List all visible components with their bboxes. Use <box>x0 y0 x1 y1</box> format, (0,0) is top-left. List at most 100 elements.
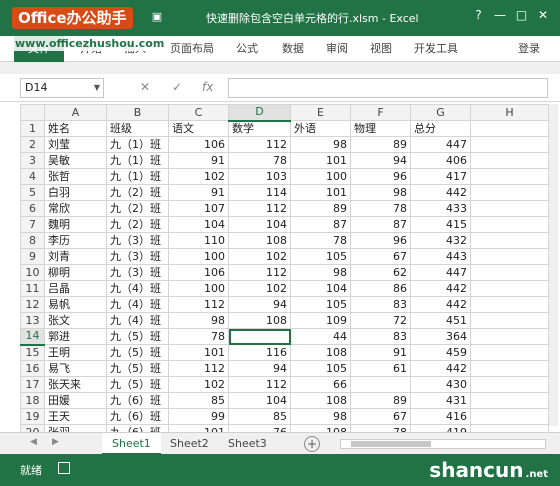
cell[interactable]: 105 <box>290 360 351 377</box>
row-header[interactable]: 2 <box>20 136 45 153</box>
cell[interactable]: 99 <box>168 408 229 425</box>
row-header[interactable]: 16 <box>20 360 45 377</box>
cell[interactable]: 九（5）班 <box>106 376 169 393</box>
tab-page-layout[interactable]: 页面布局 <box>170 36 214 62</box>
cell[interactable]: 九（4）班 <box>106 312 169 329</box>
cell[interactable]: 九（1）班 <box>106 168 169 185</box>
cell[interactable] <box>470 168 549 185</box>
cell[interactable]: 98 <box>290 136 351 153</box>
cell[interactable] <box>470 376 549 393</box>
column-header-f[interactable]: F <box>350 104 411 121</box>
cell[interactable]: 96 <box>350 168 411 185</box>
cell[interactable] <box>470 408 549 425</box>
cell[interactable]: 87 <box>350 216 411 233</box>
cell[interactable] <box>470 296 549 313</box>
row-header[interactable]: 9 <box>20 248 45 265</box>
cell[interactable]: 109 <box>290 312 351 329</box>
function-icon[interactable]: fx <box>202 80 213 94</box>
cell[interactable]: 447 <box>410 264 471 281</box>
cell[interactable]: 416 <box>410 408 471 425</box>
cell[interactable]: 106 <box>168 264 229 281</box>
cell[interactable]: 66 <box>290 376 351 393</box>
sheet-tab-2[interactable]: Sheet2 <box>160 433 219 455</box>
column-header-g[interactable]: G <box>410 104 471 121</box>
cell[interactable]: 89 <box>350 392 411 409</box>
close-button[interactable]: ✕ <box>534 8 552 22</box>
row-header[interactable]: 4 <box>20 168 45 185</box>
cell[interactable]: 105 <box>290 248 351 265</box>
cell[interactable]: 78 <box>168 328 229 345</box>
cell[interactable]: 易飞 <box>44 360 107 377</box>
cell[interactable]: 魏明 <box>44 216 107 233</box>
cell[interactable]: 常欣 <box>44 200 107 217</box>
name-box[interactable]: D14 ▼ <box>20 78 104 98</box>
cell[interactable]: 101 <box>168 344 229 361</box>
add-sheet-button[interactable]: + <box>304 436 320 452</box>
maximize-button[interactable]: □ <box>513 8 531 22</box>
cell[interactable]: 78 <box>350 200 411 217</box>
cell[interactable]: 116 <box>228 344 291 361</box>
cell[interactable]: 415 <box>410 216 471 233</box>
cell[interactable]: 96 <box>350 232 411 249</box>
cell[interactable]: 104 <box>228 392 291 409</box>
scrollbar-thumb[interactable] <box>351 441 431 447</box>
cell[interactable]: 100 <box>290 168 351 185</box>
cell[interactable] <box>470 232 549 249</box>
cell[interactable]: 102 <box>168 376 229 393</box>
cell[interactable]: 姓名 <box>44 120 107 137</box>
cell[interactable]: 67 <box>350 248 411 265</box>
cell[interactable]: 100 <box>168 280 229 297</box>
cell[interactable]: 83 <box>350 296 411 313</box>
cell[interactable]: 447 <box>410 136 471 153</box>
cell[interactable]: 62 <box>350 264 411 281</box>
cell[interactable]: 108 <box>228 232 291 249</box>
cell[interactable]: 44 <box>290 328 351 345</box>
tab-formulas[interactable]: 公式 <box>236 36 258 62</box>
cell[interactable]: 九（4）班 <box>106 280 169 297</box>
enter-icon[interactable]: ✓ <box>172 80 182 94</box>
signin-link[interactable]: 登录 <box>518 36 540 62</box>
row-header[interactable]: 17 <box>20 376 45 393</box>
horizontal-scrollbar[interactable] <box>340 439 546 449</box>
cell[interactable]: 九（5）班 <box>106 328 169 345</box>
cell[interactable]: 443 <box>410 248 471 265</box>
cell[interactable]: 102 <box>168 168 229 185</box>
macro-record-icon[interactable] <box>58 462 70 474</box>
cell[interactable]: 85 <box>228 408 291 425</box>
cell[interactable]: 101 <box>290 152 351 169</box>
cell[interactable] <box>470 152 549 169</box>
row-header[interactable]: 3 <box>20 152 45 169</box>
prev-sheet-icon[interactable]: ◀ <box>30 437 37 447</box>
cell[interactable]: 九（2）班 <box>106 216 169 233</box>
cell[interactable]: 98 <box>168 312 229 329</box>
cell[interactable]: 九（1）班 <box>106 136 169 153</box>
row-header[interactable]: 11 <box>20 280 45 297</box>
cell[interactable] <box>470 280 549 297</box>
cell[interactable]: 89 <box>290 200 351 217</box>
row-header[interactable]: 15 <box>20 344 45 361</box>
cell[interactable]: 102 <box>228 280 291 297</box>
cell[interactable]: 刘青 <box>44 248 107 265</box>
save-icon[interactable]: ▣ <box>150 10 164 24</box>
cell[interactable]: 432 <box>410 232 471 249</box>
cell[interactable]: 112 <box>228 264 291 281</box>
cell[interactable]: 459 <box>410 344 471 361</box>
column-header-e[interactable]: E <box>290 104 351 121</box>
row-header[interactable]: 1 <box>20 120 45 137</box>
cell[interactable]: 108 <box>290 392 351 409</box>
cell[interactable]: 433 <box>410 200 471 217</box>
minimize-button[interactable]: — <box>491 8 509 22</box>
cell[interactable]: 108 <box>290 344 351 361</box>
cell[interactable] <box>470 200 549 217</box>
cell[interactable]: 104 <box>228 216 291 233</box>
cell[interactable]: 田媛 <box>44 392 107 409</box>
cell[interactable]: 王明 <box>44 344 107 361</box>
cell[interactable]: 班级 <box>106 120 169 137</box>
column-header-c[interactable]: C <box>168 104 229 121</box>
tab-developer[interactable]: 开发工具 <box>414 36 458 62</box>
cell[interactable]: 物理 <box>350 120 411 137</box>
cancel-icon[interactable]: ✕ <box>140 80 150 94</box>
cell[interactable]: 九（3）班 <box>106 232 169 249</box>
cell[interactable]: 112 <box>168 296 229 313</box>
cell[interactable]: 110 <box>168 232 229 249</box>
